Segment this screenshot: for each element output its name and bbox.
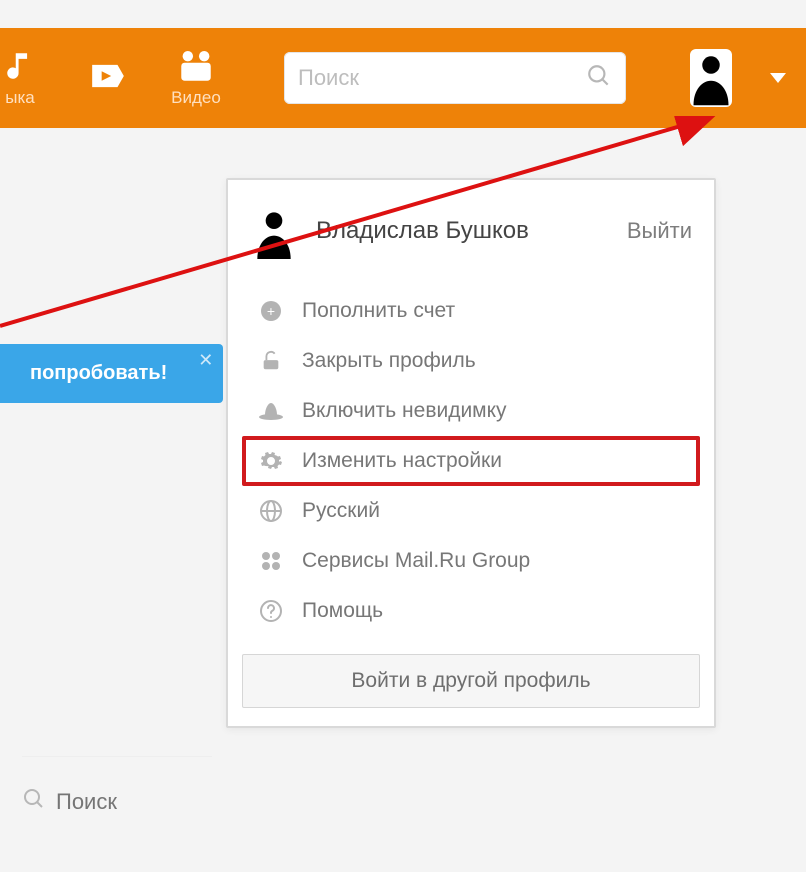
try-banner-label: попробовать! [30, 362, 167, 384]
gear-icon [256, 449, 286, 473]
globe-icon [256, 499, 286, 523]
grid-icon [256, 550, 286, 572]
profile-caret-icon[interactable] [770, 73, 786, 83]
menu-label: Изменить настройки [302, 449, 502, 473]
user-name[interactable]: Владислав Бушков [316, 217, 609, 245]
menu-settings[interactable]: Изменить настройки [242, 436, 700, 486]
hat-icon [256, 401, 286, 421]
nav-video[interactable]: Видео [166, 48, 226, 108]
topbar-search[interactable] [284, 52, 626, 104]
menu-label: Сервисы Mail.Ru Group [302, 549, 530, 573]
nav-label: Видео [171, 88, 221, 108]
menu-label: Закрыть профиль [302, 349, 476, 373]
profile-avatar-button[interactable] [690, 49, 732, 107]
lock-icon [256, 349, 286, 373]
search-icon [22, 787, 46, 817]
dropdown-footer: Войти в другой профиль [228, 654, 714, 726]
nav-music[interactable]: ыка [0, 48, 50, 108]
nav-play[interactable] [78, 58, 138, 98]
search-input[interactable] [298, 65, 586, 91]
menu-label: Пополнить счет [302, 299, 455, 323]
help-icon [256, 599, 286, 623]
avatar-icon [250, 198, 298, 264]
music-icon [3, 48, 37, 84]
logout-link[interactable]: Выйти [627, 218, 692, 244]
dropdown-header: Владислав Бушков Выйти [228, 180, 714, 278]
play-tag-icon [89, 58, 127, 94]
bottom-search[interactable]: Поиск [22, 756, 212, 817]
menu-invisible[interactable]: Включить невидимку [242, 386, 700, 436]
menu-label: Включить невидимку [302, 399, 507, 423]
menu-topup[interactable]: + Пополнить счет [242, 286, 700, 336]
menu-language[interactable]: Русский [242, 486, 700, 536]
login-other-profile-button[interactable]: Войти в другой профиль [242, 654, 700, 708]
bottom-search-label: Поиск [56, 789, 117, 815]
menu-services[interactable]: Сервисы Mail.Ru Group [242, 536, 700, 586]
try-banner[interactable]: попробовать! ✕ [0, 344, 223, 403]
menu-label: Русский [302, 499, 380, 523]
menu-label: Помощь [302, 599, 383, 623]
video-icon [176, 48, 216, 84]
svg-text:+: + [267, 303, 275, 319]
search-icon[interactable] [586, 63, 612, 94]
top-navbar: ыка Видео [0, 28, 806, 128]
coins-icon: + [256, 299, 286, 323]
menu-help[interactable]: Помощь [242, 586, 700, 636]
menu-close-profile[interactable]: Закрыть профиль [242, 336, 700, 386]
close-icon[interactable]: ✕ [198, 350, 213, 371]
nav-label: ыка [5, 88, 34, 108]
profile-dropdown: Владислав Бушков Выйти + Пополнить счет … [226, 178, 716, 728]
dropdown-menu: + Пополнить счет Закрыть профиль Включит… [228, 278, 714, 654]
